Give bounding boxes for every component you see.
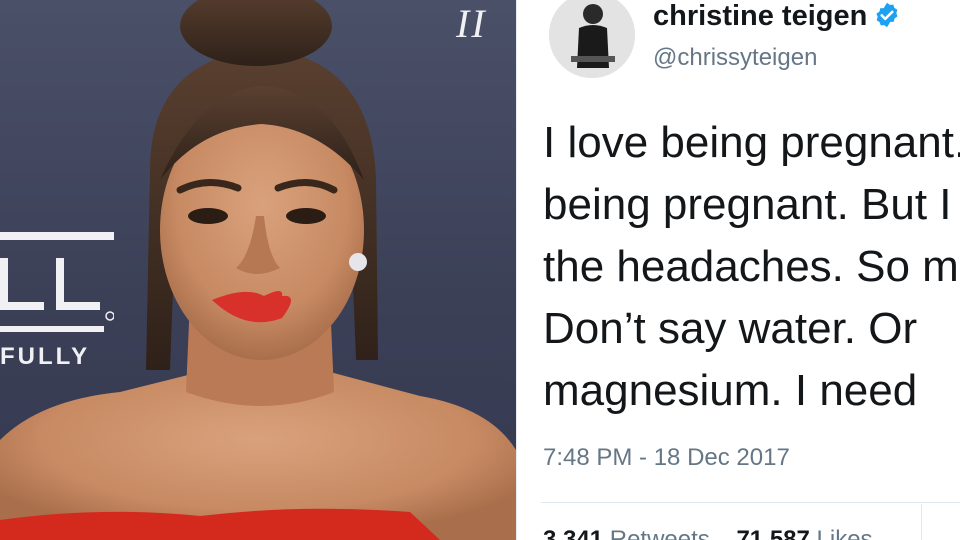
- portrait-illustration: [0, 0, 516, 540]
- user-handle[interactable]: @chrissyteigen: [653, 44, 817, 72]
- retweets-count[interactable]: 3,341: [543, 526, 603, 540]
- tweet-card: christine teigen @chrissyteigen I love b…: [516, 0, 960, 540]
- stats-divider: [921, 504, 922, 540]
- retweets-label[interactable]: Retweets: [610, 526, 710, 540]
- tweet-line-4: Don’t say water. Or: [543, 304, 918, 353]
- tweet-line-5: magnesium. I need: [543, 366, 918, 415]
- tweet-line-1: I love being pregnant. I hate: [543, 118, 960, 167]
- tweet-stats: 3,341 Retweets 71,587 Likes: [543, 526, 893, 540]
- tweet-text: I love being pregnant. I hate being preg…: [543, 112, 960, 422]
- display-name-text: christine teigen: [653, 0, 868, 32]
- divider: [541, 502, 960, 503]
- display-name[interactable]: christine teigen: [653, 0, 901, 33]
- photo-panel: FULLY II: [0, 0, 516, 540]
- likes-count[interactable]: 71,587: [736, 526, 809, 540]
- avatar[interactable]: [549, 0, 635, 78]
- tweet-timestamp[interactable]: 7:48 PM - 18 Dec 2017: [543, 444, 790, 472]
- verified-badge-icon: [876, 3, 898, 28]
- likes-label[interactable]: Likes: [817, 526, 873, 540]
- tweet-line-3: the headaches. So much.: [543, 242, 960, 291]
- tweet-line-2: being pregnant. But I hate: [543, 180, 960, 229]
